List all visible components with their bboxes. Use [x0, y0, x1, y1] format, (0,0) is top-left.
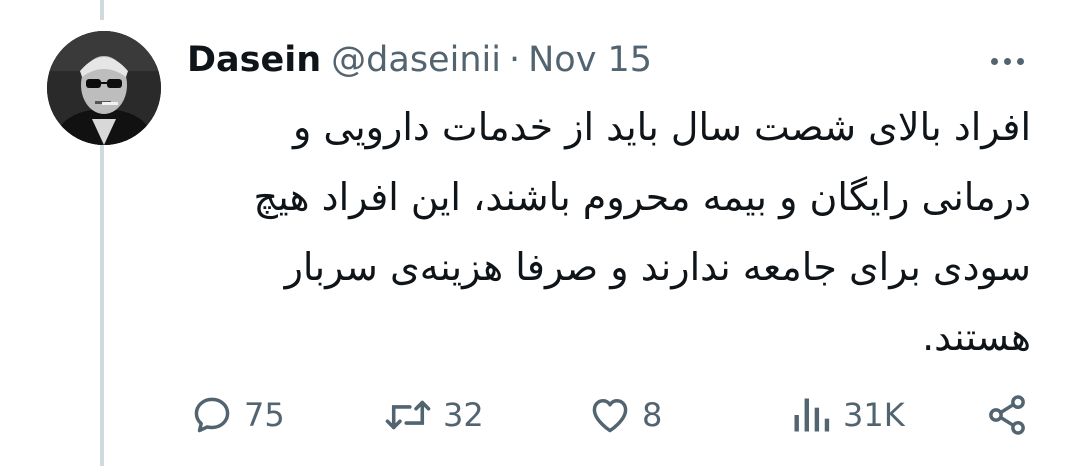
bar-chart-icon — [794, 398, 830, 432]
tweet-text: افراد بالای شصت سال باید از خدمات دارویی… — [187, 92, 1031, 372]
views-count: 31K — [843, 396, 905, 434]
retweet-button[interactable]: 32 — [383, 390, 484, 440]
display-name[interactable]: Dasein — [187, 40, 321, 80]
like-count: 8 — [642, 396, 663, 434]
action-bar: 75 32 8 31K — [0, 390, 1069, 440]
tweet-text-line: درمانی رایگان و بیمه محروم باشند، این اف… — [253, 175, 1031, 219]
tweet-header: Dasein @daseinii · Nov 15 — [187, 36, 652, 84]
thread-line-top — [100, 0, 104, 20]
reply-button[interactable]: 75 — [190, 390, 285, 440]
avatar[interactable] — [47, 31, 161, 145]
more-dot — [1016, 57, 1024, 65]
retweet-count: 32 — [443, 396, 484, 434]
views-button[interactable]: 31K — [789, 390, 905, 440]
tweet-text-line: سودی برای جامعه ندارند و صرفا هزینه‌ی سر… — [284, 245, 1031, 289]
avatar-photo-icon — [47, 31, 161, 145]
tweet-text-line: افراد بالای شصت سال باید از خدمات دارویی… — [292, 105, 1031, 149]
retweet-arrows-icon — [385, 400, 431, 430]
reply-count: 75 — [244, 396, 285, 434]
user-handle[interactable]: @daseinii — [331, 40, 501, 80]
more-button[interactable] — [982, 46, 1032, 76]
speech-bubble-icon — [194, 397, 230, 433]
more-dots-icon — [990, 57, 998, 65]
separator-dot: · — [508, 40, 521, 80]
tweet[interactable]: Dasein @daseinii · Nov 15 افراد بالای شص… — [0, 0, 1069, 466]
like-button[interactable]: 8 — [588, 390, 662, 440]
tweet-text-line: هستند. — [922, 315, 1031, 359]
tweet-date[interactable]: Nov 15 — [528, 40, 652, 80]
share-icon — [989, 395, 1025, 435]
more-dot — [1003, 57, 1011, 65]
heart-icon — [592, 398, 628, 433]
share-button[interactable] — [985, 390, 1029, 440]
